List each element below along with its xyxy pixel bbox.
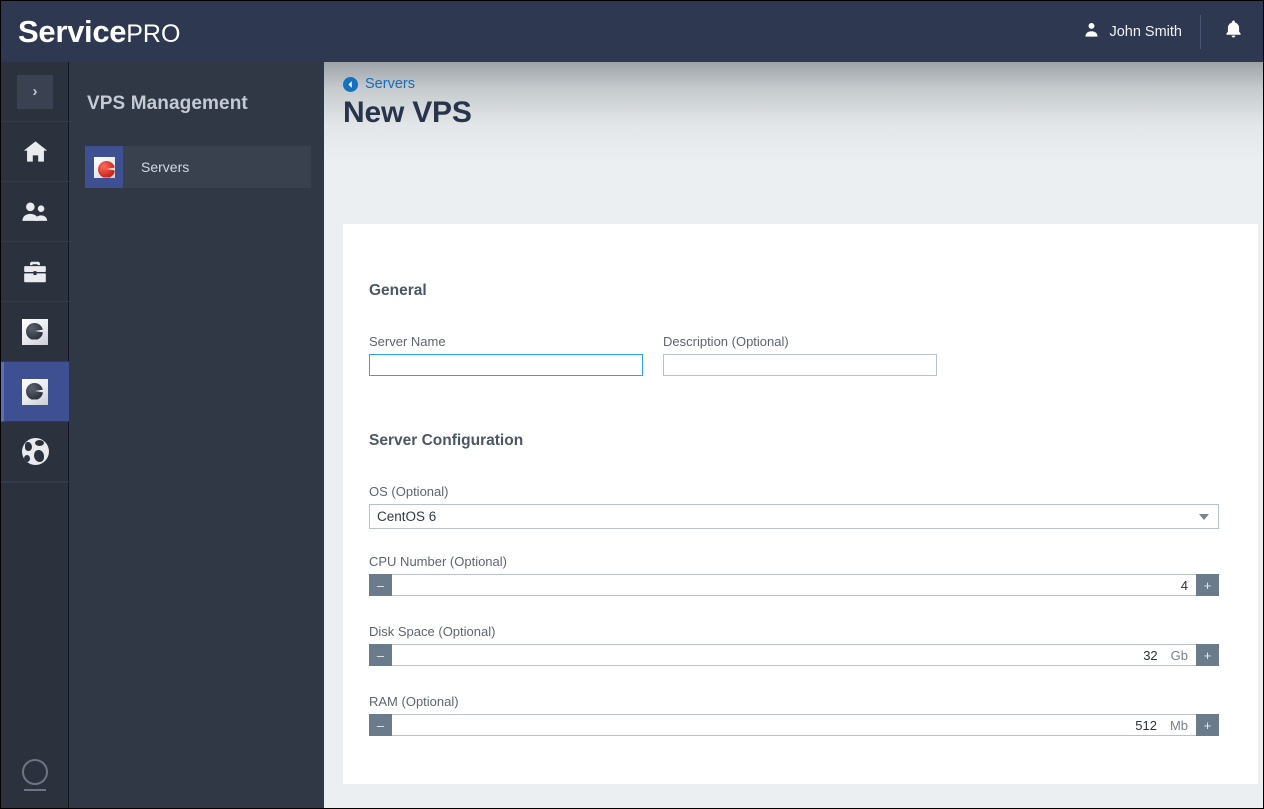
ram-stepper: – 512 Mb +: [369, 714, 1219, 736]
field-ram: RAM (Optional) – 512 Mb +: [369, 694, 1219, 736]
sidebar-item-label: Servers: [141, 159, 190, 175]
description-label: Description (Optional): [663, 334, 789, 349]
field-description: Description (Optional): [663, 334, 937, 376]
user-menu[interactable]: John Smith: [1065, 1, 1200, 62]
chevron-right-icon: ›: [17, 74, 53, 109]
rail-item-network[interactable]: [1, 422, 69, 482]
ram-increment-button[interactable]: +: [1196, 714, 1219, 736]
sidebar-item-servers[interactable]: Servers: [85, 146, 311, 188]
disk-increment-button[interactable]: +: [1196, 644, 1219, 666]
field-os: OS (Optional) CentOS 6: [369, 484, 1219, 529]
brand-primary-text: Service: [18, 13, 127, 49]
user-outline-icon: [22, 759, 48, 791]
application-window: Service PRO John Smith › VPS Management …: [0, 0, 1264, 809]
ram-value: 512: [1135, 717, 1157, 733]
ram-input[interactable]: 512 Mb: [392, 714, 1196, 736]
description-input[interactable]: [663, 354, 937, 376]
server-name-input[interactable]: [369, 354, 643, 376]
globe-icon: [21, 438, 49, 465]
page-header: Servers New VPS: [324, 62, 1263, 163]
sidebar-expand-toggle[interactable]: ›: [1, 62, 69, 122]
server-name-label: Server Name: [369, 334, 446, 349]
os-select[interactable]: CentOS 6: [369, 504, 1219, 529]
field-server-name: Server Name: [369, 334, 643, 376]
briefcase-icon: [21, 259, 49, 285]
rail-item-vps-b[interactable]: [1, 362, 69, 422]
cube-icon: [22, 378, 48, 405]
notification-bell-icon: [1223, 18, 1244, 45]
breadcrumb-link-label: Servers: [365, 76, 415, 92]
os-label: OS (Optional): [369, 484, 449, 499]
ram-decrement-button[interactable]: –: [369, 714, 392, 736]
rail-item-vps-a[interactable]: [1, 302, 69, 362]
disk-space-stepper: – 32 Gb +: [369, 644, 1219, 666]
field-cpu-number: CPU Number (Optional) – 4 +: [369, 554, 1219, 596]
breadcrumb[interactable]: Servers: [343, 76, 1263, 92]
cpu-increment-button[interactable]: +: [1196, 574, 1219, 596]
cpu-number-value: 4: [1180, 577, 1188, 593]
field-disk-space: Disk Space (Optional) – 32 Gb +: [369, 624, 1219, 666]
cube-icon: [22, 318, 48, 345]
notifications-button[interactable]: [1201, 1, 1263, 62]
home-icon: [22, 138, 49, 165]
top-header-bar: Service PRO John Smith: [1, 1, 1263, 62]
disk-space-input[interactable]: 32 Gb: [392, 644, 1196, 666]
red-cube-icon: [85, 146, 123, 188]
ram-label: RAM (Optional): [369, 694, 459, 709]
disk-space-unit: Gb: [1170, 647, 1188, 663]
secondary-navigation-panel: VPS Management Servers: [69, 62, 324, 808]
chevron-down-icon: [1199, 513, 1209, 520]
form-card: General Server Name Description (Optiona…: [343, 224, 1258, 784]
cpu-decrement-button[interactable]: –: [369, 574, 392, 596]
page-title: New VPS: [343, 96, 472, 129]
primary-navigation-rail: ›: [1, 62, 69, 808]
section-heading-general: General: [369, 282, 427, 299]
rail-bottom-action[interactable]: [1, 740, 69, 808]
rail-item-home[interactable]: [1, 122, 69, 182]
app-logo[interactable]: Service PRO: [18, 14, 180, 50]
users-icon: [21, 199, 49, 224]
back-arrow-circle-icon: [343, 76, 358, 92]
main-content-area: Servers New VPS General Server Name Desc…: [324, 62, 1263, 808]
ram-unit: Mb: [1169, 717, 1188, 733]
cpu-number-stepper: – 4 +: [369, 574, 1219, 596]
rail-divider: [1, 482, 68, 483]
rail-item-users[interactable]: [1, 182, 69, 242]
subnav-title: VPS Management: [87, 93, 248, 114]
disk-space-label: Disk Space (Optional): [369, 624, 496, 639]
section-heading-server-configuration: Server Configuration: [369, 432, 524, 449]
user-name-label: John Smith: [1109, 23, 1182, 40]
disk-decrement-button[interactable]: –: [369, 644, 392, 666]
rail-item-briefcase[interactable]: [1, 242, 69, 302]
brand-secondary-text: PRO: [126, 19, 181, 48]
user-avatar-icon: [1083, 21, 1100, 42]
cpu-number-input[interactable]: 4: [392, 574, 1196, 596]
cpu-number-label: CPU Number (Optional): [369, 554, 507, 569]
os-selected-value: CentOS 6: [377, 509, 437, 524]
disk-space-value: 32: [1143, 647, 1158, 663]
header-right-group: John Smith: [1065, 1, 1263, 62]
